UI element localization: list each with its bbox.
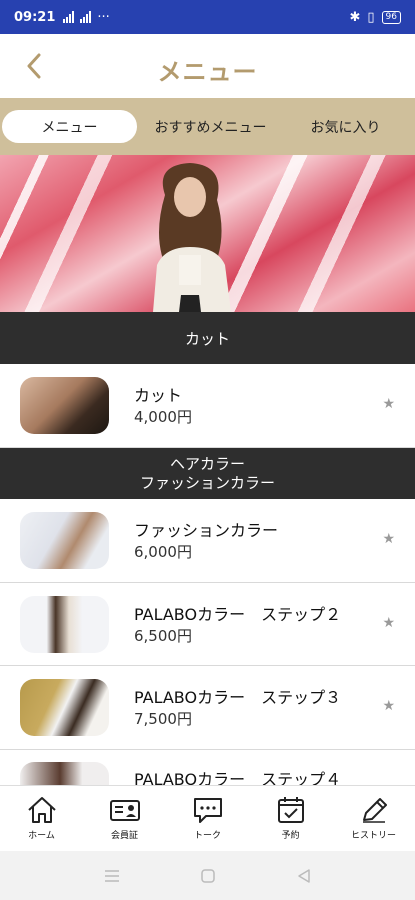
item-thumbnail (20, 377, 109, 434)
favorite-star-icon[interactable]: ★ (382, 531, 395, 547)
item-price: 7,500円 (134, 710, 192, 728)
tabbar-label: トーク (193, 831, 221, 841)
item-thumbnail (20, 596, 109, 653)
tab-favorites[interactable]: お気に入り (278, 110, 413, 143)
tabbar-member-card[interactable]: 会員証 (83, 786, 166, 851)
favorite-star-icon[interactable]: ★ (382, 615, 395, 631)
calendar-check-icon (277, 797, 304, 823)
signal-icon-2 (80, 11, 92, 23)
favorite-star-icon[interactable]: ★ (382, 698, 395, 714)
item-name: ファッションカラー (134, 521, 279, 540)
tabbar-label: ヒストリー (350, 831, 396, 841)
hero-banner-image (0, 155, 415, 312)
item-price: 4,000円 (134, 408, 192, 426)
model-photo (153, 163, 231, 312)
menu-item-palabo-step2[interactable]: PALABOカラー ステップ２ 6,500円 ★ (0, 583, 415, 666)
section-subtitle: ファッションカラー (139, 473, 275, 492)
pen-icon (362, 798, 387, 823)
home-icon (27, 797, 56, 823)
home-square-icon[interactable] (200, 868, 216, 884)
signal-icon (63, 11, 75, 23)
system-nav-bar (0, 851, 415, 900)
section-title: ヘアカラー (169, 454, 245, 473)
tab-menu[interactable]: メニュー (2, 110, 137, 143)
status-time: 09:21 (14, 9, 56, 25)
tabbar-label: ホーム (28, 831, 55, 841)
page-title: メニュー (157, 58, 258, 86)
silent-icon: ▯ (367, 9, 375, 25)
tab-recommended[interactable]: おすすめメニュー (143, 110, 278, 143)
app-header: メニュー (0, 34, 415, 98)
vibrate-icon: ✱ (349, 9, 361, 25)
status-bar: 09:21 ··· ✱ ▯ 96 (0, 0, 415, 34)
section-title: カット (184, 329, 230, 348)
item-thumbnail (20, 512, 109, 569)
item-price: 6,000円 (134, 543, 192, 561)
item-price: 6,500円 (134, 627, 192, 645)
back-triangle-icon[interactable] (296, 868, 312, 884)
tabbar-history[interactable]: ヒストリー (332, 786, 415, 851)
favorite-star-icon[interactable]: ★ (382, 396, 395, 412)
menu-item-palabo-step3[interactable]: PALABOカラー ステップ３ 7,500円 ★ (0, 666, 415, 750)
menu-item-palabo-step4[interactable]: PALABOカラー ステップ４ (0, 750, 415, 790)
tabbar-reservation[interactable]: 予約 (249, 786, 332, 851)
battery-icon: 96 (381, 10, 401, 24)
chat-icon (193, 798, 222, 823)
item-name: PALABOカラー ステップ２ (134, 605, 342, 624)
section-header-cut: カット (0, 312, 415, 364)
bottom-tab-bar: ホーム 会員証 トーク 予約 ヒストリー (0, 785, 415, 851)
tabbar-label: 予約 (281, 831, 300, 841)
section-header-hair-color: ヘアカラー ファッションカラー (0, 448, 415, 499)
item-name: カット (134, 386, 183, 405)
tabbar-label: 会員証 (110, 831, 138, 841)
menu-tabs: メニュー おすすめメニュー お気に入り (0, 98, 415, 155)
tabbar-home[interactable]: ホーム (0, 786, 83, 851)
tabbar-talk[interactable]: トーク (166, 786, 249, 851)
item-thumbnail (20, 679, 109, 736)
menu-item-fashion-color[interactable]: ファッションカラー 6,000円 ★ (0, 499, 415, 583)
menu-lines-icon[interactable] (104, 869, 120, 883)
more-status-icon: ··· (97, 9, 110, 25)
member-card-icon (109, 800, 140, 821)
item-name: PALABOカラー ステップ３ (134, 688, 342, 707)
menu-item-cut[interactable]: カット 4,000円 ★ (0, 364, 415, 448)
